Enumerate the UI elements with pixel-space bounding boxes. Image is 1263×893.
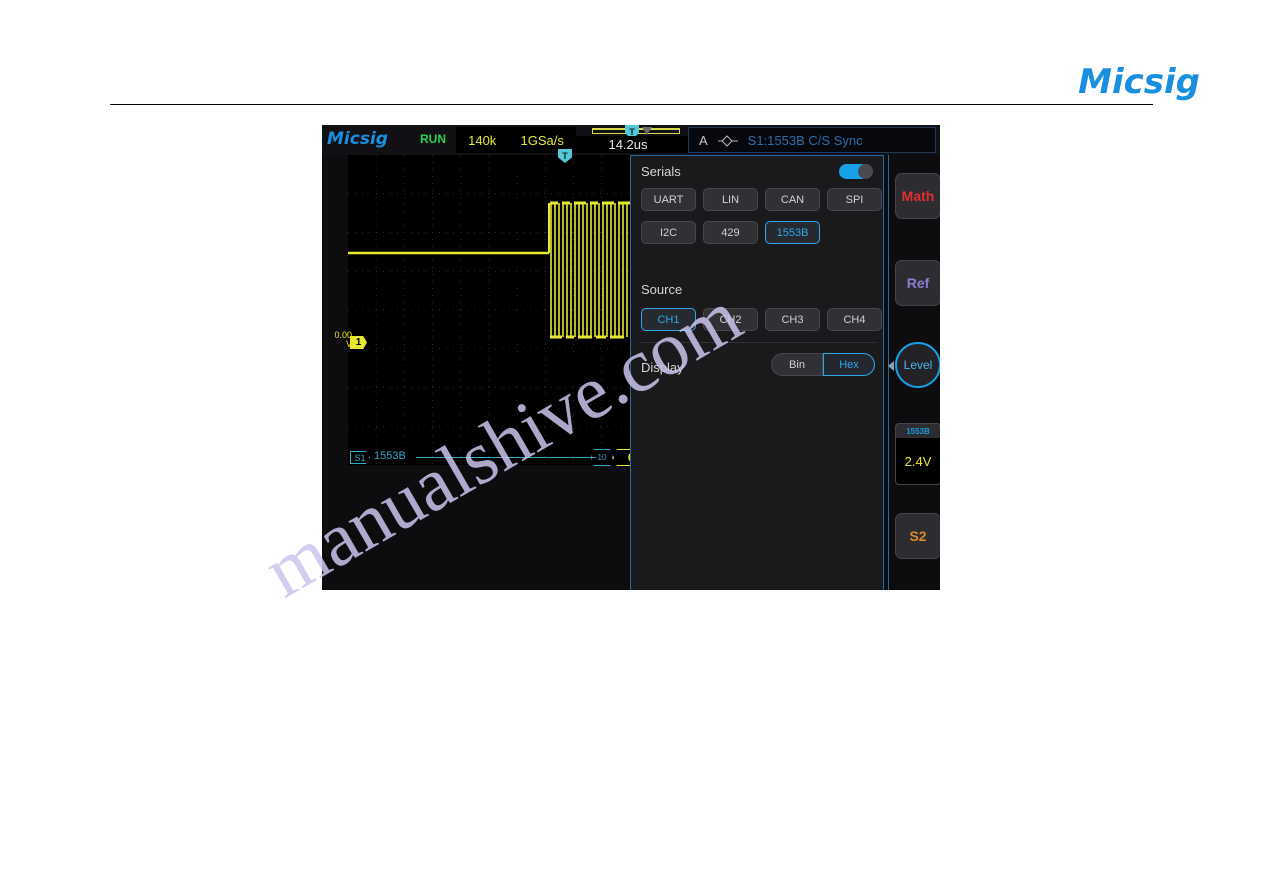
- oscilloscope-screen: Micsig RUN 140k 1GSa/s T 14.2us A S1:155…: [322, 125, 940, 590]
- bus-idle-line: [416, 457, 596, 458]
- display-mode-hex[interactable]: Hex: [823, 353, 875, 376]
- rail-divider: [888, 155, 889, 590]
- waveform-grid[interactable]: [348, 155, 630, 465]
- serial-decode-bus[interactable]: S1 1553B 10 067: [348, 447, 661, 469]
- source-row: CH1 CH2 CH3 CH4: [641, 308, 882, 331]
- page-header: Micsig: [0, 0, 1263, 105]
- run-state-indicator[interactable]: RUN: [420, 132, 446, 146]
- protocol-button-can[interactable]: CAN: [765, 188, 820, 211]
- memory-depth-value: 140k: [468, 132, 497, 148]
- trigger-mode-label: A: [699, 132, 708, 148]
- bus-packet-marker[interactable]: 10: [591, 449, 613, 466]
- s2-button[interactable]: S2: [895, 513, 940, 559]
- source-button-ch3[interactable]: CH3: [765, 308, 820, 331]
- trigger-info-zone[interactable]: A S1:1553B C/S Sync: [688, 127, 936, 153]
- channel-offset-readout: 0.00 V: [324, 331, 352, 349]
- toggle-knob: [858, 164, 873, 179]
- threshold-readout[interactable]: 1553B 2.4V: [895, 423, 940, 485]
- status-bar: Micsig RUN 140k 1GSa/s T 14.2us A S1:155…: [322, 125, 940, 155]
- serials-enable-toggle[interactable]: [839, 164, 873, 179]
- bus-tag-s1[interactable]: S1: [350, 451, 370, 464]
- brand-logo: Micsig: [1078, 62, 1200, 102]
- protocol-row-2: I2C 429 1553B: [641, 221, 820, 244]
- trigger-level-marker-icon: [642, 127, 652, 135]
- protocol-button-spi[interactable]: SPI: [827, 188, 882, 211]
- display-mode-bin[interactable]: Bin: [771, 353, 823, 376]
- trigger-level-knob[interactable]: Level: [895, 342, 940, 388]
- scope-logo: Micsig: [327, 129, 388, 149]
- time-value: 14.2us: [568, 136, 688, 153]
- source-button-ch1[interactable]: CH1: [641, 308, 696, 331]
- bus-protocol-label: 1553B: [374, 450, 406, 462]
- protocol-button-uart[interactable]: UART: [641, 188, 696, 211]
- time-reference-indicator[interactable]: T 14.2us: [568, 125, 688, 155]
- threshold-value: 2.4V: [896, 438, 940, 484]
- serials-section-label: Serials: [641, 164, 681, 179]
- trigger-source-label: S1:1553B C/S Sync: [747, 132, 863, 148]
- ref-button[interactable]: Ref: [895, 260, 940, 306]
- protocol-row-1: UART LIN CAN SPI: [641, 188, 882, 211]
- waveform-canvas: [348, 155, 630, 465]
- source-section-label: Source: [641, 282, 683, 297]
- protocol-button-i2c[interactable]: I2C: [641, 221, 696, 244]
- right-function-rail: Math Ref Level 1553B 2.4V S2: [888, 155, 940, 590]
- display-mode-segmented-control: Bin Hex: [771, 353, 875, 376]
- math-button[interactable]: Math: [895, 173, 940, 219]
- threshold-title: 1553B: [906, 426, 930, 436]
- sample-rate-value: 1GSa/s: [520, 132, 564, 148]
- header-divider: [110, 104, 1153, 105]
- protocol-button-1553b[interactable]: 1553B: [765, 221, 820, 244]
- panel-divider: [639, 342, 877, 343]
- source-button-ch4[interactable]: CH4: [827, 308, 882, 331]
- display-section-label: Display: [641, 360, 684, 375]
- protocol-button-429[interactable]: 429: [703, 221, 758, 244]
- level-pointer-icon: [888, 361, 894, 371]
- diamond-icon: [717, 134, 738, 147]
- protocol-button-lin[interactable]: LIN: [703, 188, 758, 211]
- source-button-ch2[interactable]: CH2: [703, 308, 758, 331]
- serials-settings-panel: Serials UART LIN CAN SPI I2C 429 1553B S…: [630, 155, 884, 590]
